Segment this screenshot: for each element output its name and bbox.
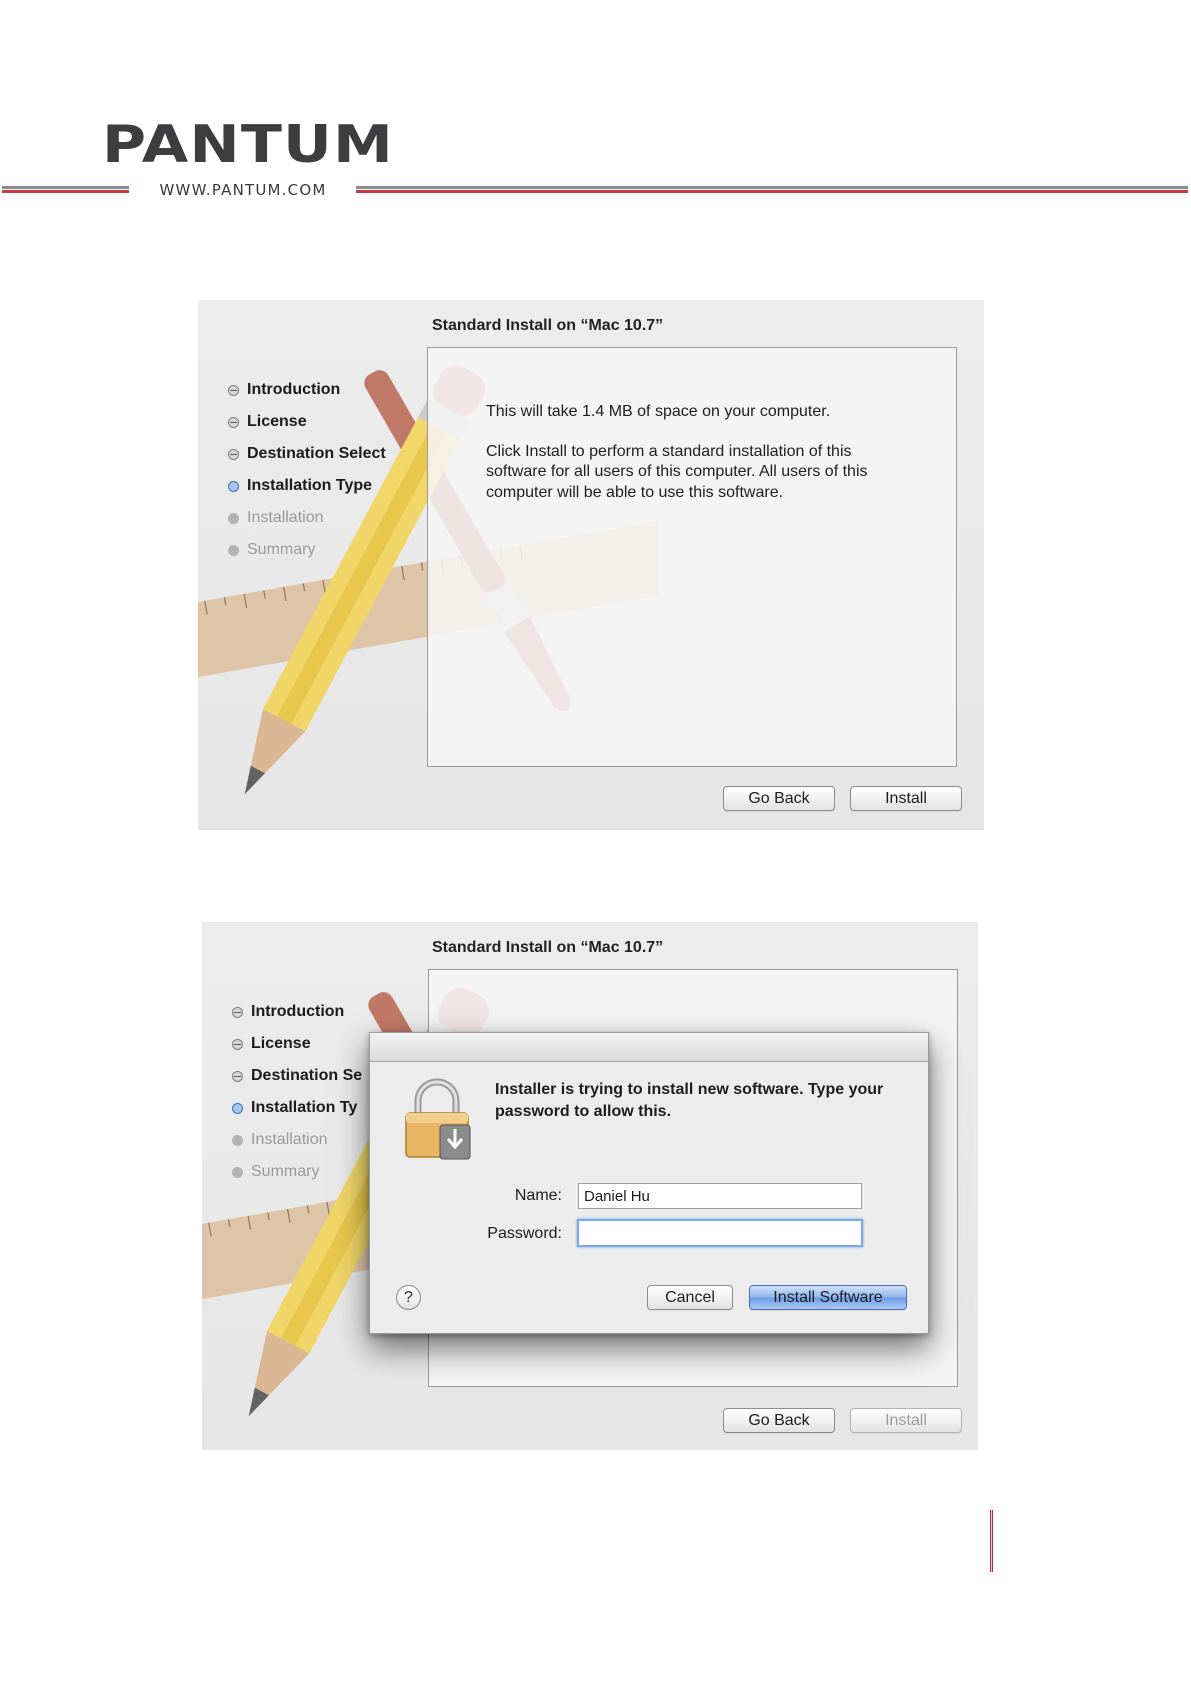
steps-sidebar: Introduction License Destination Se Inst… — [232, 996, 362, 1188]
step-license: License — [232, 1028, 362, 1060]
step-summary: Summary — [228, 534, 386, 566]
password-label: Password: — [487, 1225, 562, 1242]
install-button[interactable]: Install — [850, 1408, 962, 1433]
step-current-icon — [232, 1102, 243, 1114]
content-text: This will take 1.4 MB of space on your c… — [486, 402, 906, 522]
logo-text: PANTUM — [102, 118, 394, 170]
installer-title: Standard Install on “Mac 10.7” — [432, 939, 664, 956]
step-pending-icon — [232, 1134, 243, 1146]
step-current-icon — [228, 480, 239, 492]
content-panel: This will take 1.4 MB of space on your c… — [427, 347, 957, 767]
go-back-button[interactable]: Go Back — [723, 786, 835, 811]
step-installation: Installation — [228, 502, 386, 534]
install-description-text: Click Install to perform a standard inst… — [486, 442, 868, 501]
step-done-icon — [228, 416, 239, 428]
cancel-button[interactable]: Cancel — [647, 1285, 733, 1310]
auth-dialog: Installer is trying to install new softw… — [369, 1032, 929, 1334]
step-introduction: Introduction — [228, 374, 386, 406]
lock-icon — [405, 1078, 471, 1160]
install-button[interactable]: Install — [850, 786, 962, 811]
step-done-icon — [228, 384, 239, 396]
space-required-text: This will take 1.4 MB of space on your c… — [486, 403, 831, 420]
auth-message: Installer is trying to install new softw… — [495, 1081, 884, 1120]
step-introduction: Introduction — [232, 996, 362, 1028]
page-margin-mark — [990, 1510, 993, 1572]
step-pending-icon — [232, 1166, 243, 1178]
installer-window-2: Standard Install on “Mac 10.7” Introduct… — [202, 922, 978, 1450]
pantum-logo: PANTUM — [102, 118, 402, 170]
step-done-icon — [232, 1038, 243, 1050]
step-done-icon — [232, 1070, 243, 1082]
steps-sidebar: Introduction License Destination Select … — [228, 374, 386, 566]
name-field[interactable]: Daniel Hu — [578, 1183, 862, 1209]
step-summary: Summary — [232, 1156, 362, 1188]
install-software-button[interactable]: Install Software — [749, 1285, 907, 1310]
brand-url: WWW.PANTUM.COM — [159, 181, 327, 199]
password-field[interactable] — [577, 1219, 863, 1247]
installer-title: Standard Install on “Mac 10.7” — [432, 317, 664, 334]
step-installation: Installation — [232, 1124, 362, 1156]
step-destination-select: Destination Select — [228, 438, 386, 470]
step-installation-type: Installation Type — [228, 470, 386, 502]
step-done-icon — [228, 448, 239, 460]
name-label: Name: — [514, 1187, 562, 1204]
step-destination-select: Destination Se — [232, 1060, 362, 1092]
go-back-button[interactable]: Go Back — [723, 1408, 835, 1433]
installer-window-1: Standard Install on “Mac 10.7” Introduct… — [198, 300, 984, 830]
step-pending-icon — [228, 544, 239, 556]
step-license: License — [228, 406, 386, 438]
step-pending-icon — [228, 512, 239, 524]
header-rule-right — [356, 186, 1188, 193]
auth-dialog-titlebar — [370, 1033, 928, 1062]
step-done-icon — [232, 1006, 243, 1018]
step-installation-type: Installation Ty — [232, 1092, 362, 1124]
help-button[interactable]: ? — [396, 1285, 421, 1310]
header-rule-left — [2, 186, 129, 193]
